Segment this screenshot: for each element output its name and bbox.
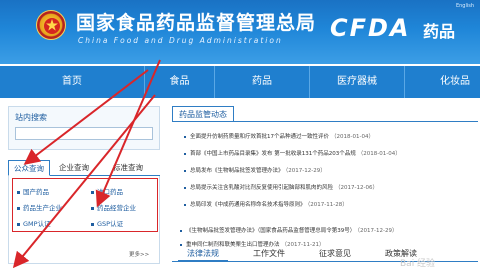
news-item[interactable]: 首部《中国上市药品目录集》发布 第一批收录131个药品203个品规 （2018-0… (184, 149, 401, 157)
bullet-icon (184, 169, 186, 172)
nav-item-cosmetics[interactable]: 化妆品 (405, 66, 480, 98)
national-emblem-icon (36, 10, 66, 40)
site-search-panel: 站内搜索 (8, 106, 160, 150)
bullet-icon (180, 229, 182, 232)
news-item[interactable]: 总局印发《中成药通用名称命名技术指导原则》 （2017-11-28） (184, 200, 348, 208)
nav-item-food[interactable]: 食品 (145, 66, 215, 98)
tab-public-query[interactable]: 公众查询 (8, 160, 50, 176)
news-item[interactable]: 全面提升仿制药质量和疗效首批17个品种通过一致性评价 （2018-01-04） (184, 132, 374, 140)
site-title: 国家食品药品监督管理总局 (76, 12, 317, 34)
tab-work-documents[interactable]: 工作文件 (244, 246, 294, 262)
tab-solicit-opinions[interactable]: 征求意见 (310, 246, 360, 262)
section-name: 药品 (423, 22, 456, 41)
watermark: Bai 经验 (400, 259, 436, 269)
section-title-drug-news[interactable]: 药品监管动态 (172, 106, 234, 122)
tab-enterprise-query[interactable]: 企业查询 (52, 160, 96, 176)
bullet-icon (184, 203, 186, 206)
annotation-highlight-box (12, 178, 158, 232)
news-item[interactable]: 总局提示关注含乳酸对比剂反复使用引起脑部和肌肉的风险 （2017-12-06） (184, 183, 378, 191)
law-item[interactable]: 重申同仁制剂和联美栗生出口管理办法 （2017-11-21） (180, 240, 324, 248)
bullet-icon (184, 152, 186, 155)
bullet-icon (180, 243, 182, 246)
tab-standard-query[interactable]: 标准查询 (100, 160, 156, 176)
main-content: 药品监管动态 全面提升仿制药质量和疗效首批17个品种通过一致性评价 （2018-0… (168, 102, 480, 274)
english-link[interactable]: English (456, 3, 474, 9)
nav-item-medical-devices[interactable]: 医疗器械 (310, 66, 405, 98)
main-nav: 首页 食品 药品 医疗器械 化妆品 (0, 64, 480, 98)
search-title: 站内搜索 (15, 113, 47, 122)
law-item[interactable]: 《生物制品批签发管理办法》（国家食品药品监督管理总局令第39号） （2017-12… (180, 226, 397, 234)
nav-item-home[interactable]: 首页 (0, 66, 145, 98)
news-item[interactable]: 总局发布《生物制品批签发管理办法》 （2017-12-29） (184, 166, 326, 174)
bullet-icon (184, 186, 186, 189)
nav-item-drugs[interactable]: 药品 (215, 66, 310, 98)
more-link[interactable]: 更多>> (129, 250, 149, 258)
site-header: 国家食品药品监督管理总局 China Food and Drug Adminis… (0, 0, 480, 64)
bullet-icon (184, 135, 186, 138)
tab-laws[interactable]: 法律法规 (178, 246, 228, 262)
site-subtitle: China Food and Drug Administration (78, 36, 283, 45)
section-divider (172, 121, 478, 122)
cfda-logo: CFDA (330, 14, 411, 42)
query-tabs: 公众查询 企业查询 标准查询 (8, 160, 160, 176)
search-input[interactable] (15, 127, 153, 140)
sidebar: 站内搜索 公众查询 企业查询 标准查询 国产药品 进口药品 药品生产企业 药品经… (0, 102, 163, 274)
